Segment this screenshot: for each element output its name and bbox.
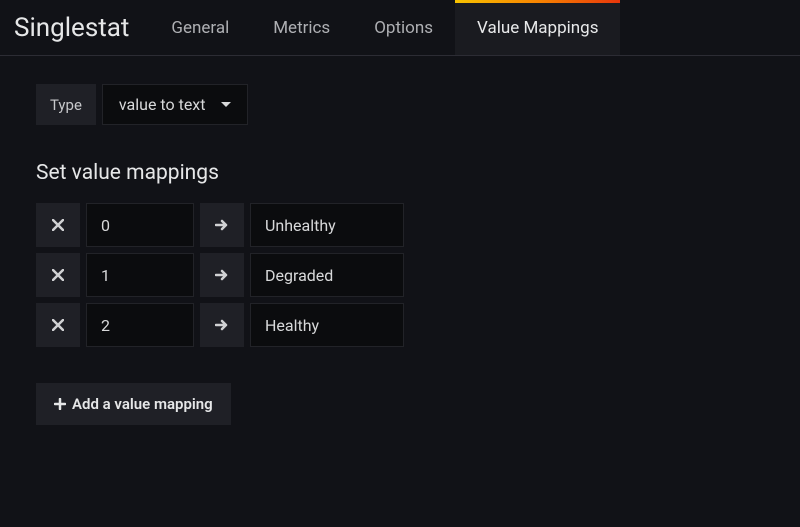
type-label: Type — [36, 84, 96, 125]
close-icon — [52, 219, 64, 231]
tab-options[interactable]: Options — [352, 0, 455, 55]
mapping-row: 2 Healthy — [36, 303, 764, 347]
mapping-value-input[interactable]: 1 — [86, 253, 194, 297]
add-value-mapping-button[interactable]: Add a value mapping — [36, 383, 231, 425]
close-icon — [52, 269, 64, 281]
remove-mapping-button[interactable] — [36, 253, 80, 297]
mapping-row: 0 Unhealthy — [36, 203, 764, 247]
mapping-text-input[interactable]: Healthy — [250, 303, 404, 347]
arrow-right-icon — [215, 268, 229, 282]
tab-metrics[interactable]: Metrics — [251, 0, 352, 55]
mapping-text-input[interactable]: Unhealthy — [250, 203, 404, 247]
type-row: Type value to text — [36, 84, 764, 125]
arrow-right-icon — [215, 218, 229, 232]
mapping-value-input[interactable]: 0 — [86, 203, 194, 247]
add-button-label: Add a value mapping — [72, 395, 213, 413]
arrow-cell — [200, 303, 244, 347]
arrow-cell — [200, 203, 244, 247]
close-icon — [52, 319, 64, 331]
panel-title: Singlestat — [0, 13, 149, 43]
tabs: General Metrics Options Value Mappings — [149, 0, 620, 55]
plus-icon — [54, 398, 66, 410]
chevron-down-icon — [221, 102, 231, 107]
mapping-text-input[interactable]: Degraded — [250, 253, 404, 297]
tab-general[interactable]: General — [149, 0, 251, 55]
arrow-right-icon — [215, 318, 229, 332]
section-title: Set value mappings — [36, 161, 764, 185]
type-select[interactable]: value to text — [102, 84, 249, 125]
remove-mapping-button[interactable] — [36, 303, 80, 347]
remove-mapping-button[interactable] — [36, 203, 80, 247]
mapping-value-input[interactable]: 2 — [86, 303, 194, 347]
type-select-value: value to text — [119, 95, 206, 114]
mapping-row: 1 Degraded — [36, 253, 764, 297]
arrow-cell — [200, 253, 244, 297]
tab-value-mappings[interactable]: Value Mappings — [455, 0, 620, 55]
